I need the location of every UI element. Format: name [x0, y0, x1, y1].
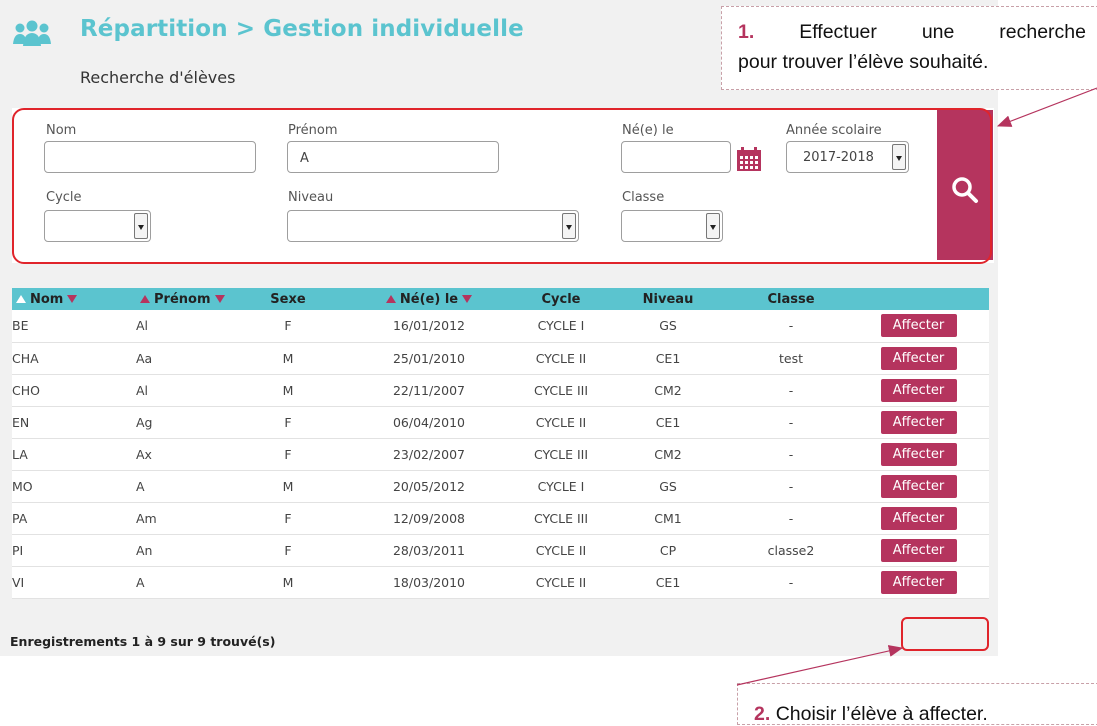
callout-arrows: [736, 87, 1097, 686]
step2-text: Choisir l’élève à affecter.: [775, 703, 988, 725]
arrow-step2: [736, 645, 904, 686]
step2-number: 2.: [754, 703, 771, 725]
arrow-step1: [996, 87, 1097, 127]
